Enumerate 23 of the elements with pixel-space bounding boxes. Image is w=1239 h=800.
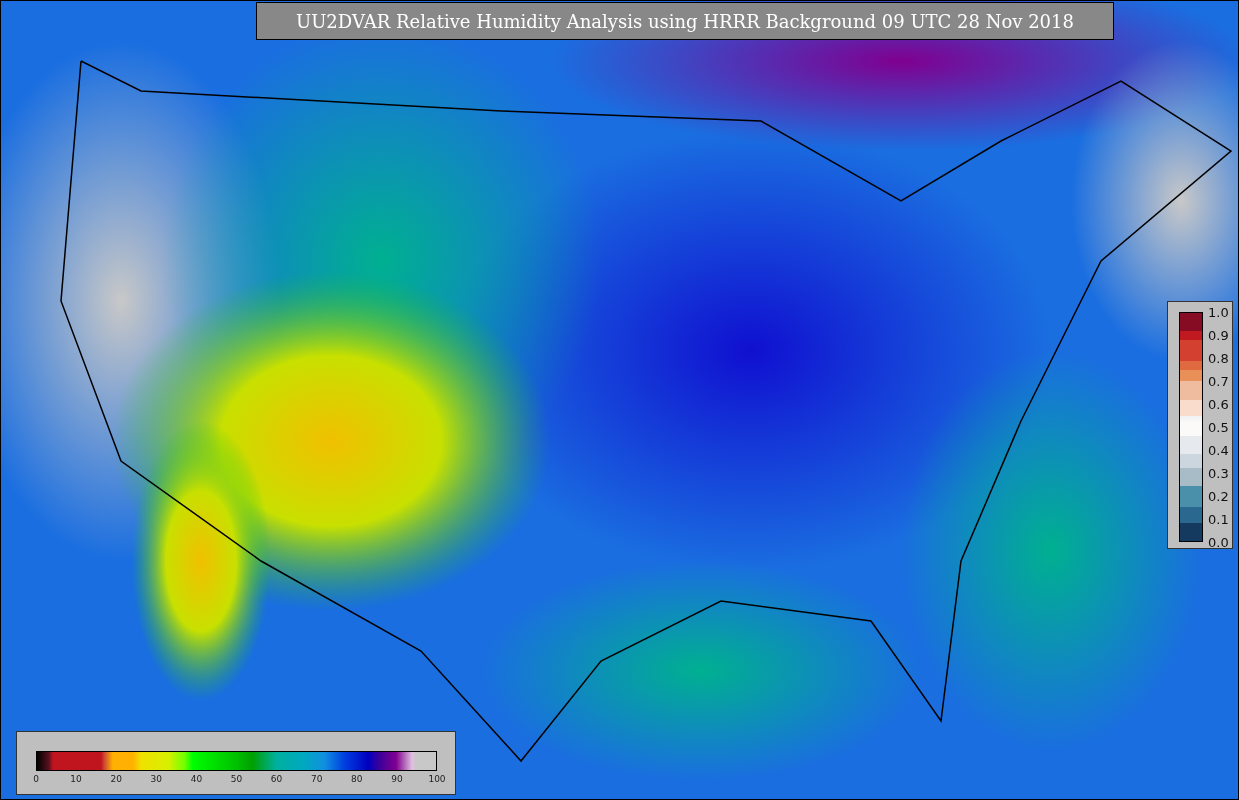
tick-label: 1.0 (1208, 304, 1229, 320)
tick-label: 0 (33, 774, 39, 784)
tick-label: 60 (270, 774, 283, 784)
tick-label: 0.2 (1208, 488, 1229, 504)
tick-label: 20 (110, 774, 122, 784)
tick-label: 0.6 (1208, 396, 1229, 412)
tick-label: 40 (190, 774, 203, 784)
tick-label: 0.0 (1208, 534, 1229, 550)
map-title: UU2DVAR Relative Humidity Analysis using HRRR Background 09 UTC 28 Nov 2018 (256, 2, 1114, 40)
tick-label: 0.3 (1208, 465, 1229, 481)
tick-label: 0.9 (1208, 327, 1229, 343)
tick-label: 0.5 (1208, 419, 1229, 435)
tick-label: 50 (230, 774, 243, 784)
tick-label: 100 (428, 774, 446, 784)
tick-label: 10 (70, 774, 82, 784)
tick-label: 30 (150, 774, 162, 784)
tick-label: 0.4 (1208, 442, 1229, 458)
tick-label: 80 (351, 774, 363, 784)
tick-label: 90 (391, 774, 403, 784)
tick-label: 70 (310, 774, 323, 784)
tick-label: 0.1 (1208, 511, 1229, 527)
tick-label: 0.8 (1208, 350, 1229, 366)
tick-label: 0.7 (1208, 373, 1229, 389)
